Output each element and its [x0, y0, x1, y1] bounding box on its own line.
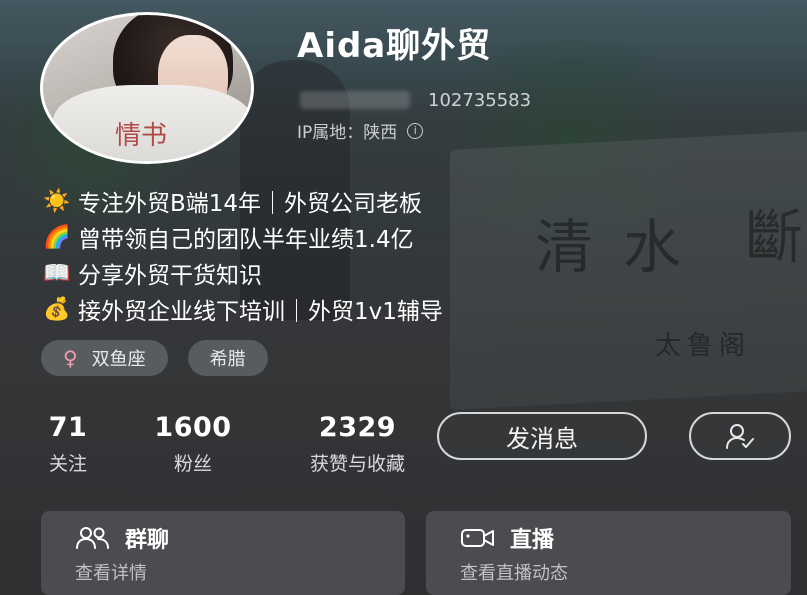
bio-text: 分享外贸干货知识: [78, 263, 262, 289]
bio-text: 曾带领自己的团队半年业绩1.4亿: [78, 227, 414, 253]
info-icon[interactable]: i: [407, 122, 424, 139]
likes-count: 2329: [318, 412, 397, 443]
bio-text: 专注外贸B端14年｜外贸公司老板: [78, 191, 423, 217]
rainbow-emoji-icon: 🌈: [43, 224, 71, 250]
bio-line: 📖 分享外贸干货知识: [42, 255, 443, 291]
group-chat-subtitle: 查看详情: [75, 563, 147, 584]
live-card[interactable]: 直播 查看直播动态: [426, 511, 791, 595]
ip-location-row: IP属地：陕西 i: [297, 118, 424, 143]
live-subtitle: 查看直播动态: [460, 563, 568, 584]
likes-stat[interactable]: 2329 获赞与收藏: [285, 412, 430, 476]
bio-text: 接外贸企业线下培训｜外贸1v1辅导: [78, 299, 443, 325]
video-camera-icon: [461, 529, 494, 547]
following-label: 关注: [48, 453, 87, 475]
group-users-icon: [76, 527, 109, 549]
money-bag-emoji-icon: 💰: [43, 296, 71, 322]
followers-label: 粉丝: [173, 453, 212, 475]
female-gender-icon: ♀: [63, 346, 78, 370]
avatar-shirt-text: 情书: [115, 121, 168, 151]
followers-count: 1600: [154, 412, 232, 443]
sun-emoji-icon: ☀️: [43, 188, 71, 214]
profile-name: Aida聊外贸: [297, 26, 492, 66]
likes-label: 获赞与收藏: [309, 453, 405, 475]
group-chat-card[interactable]: 群聊 查看详情: [41, 511, 405, 595]
location-label: 希腊: [209, 349, 246, 370]
zodiac-label: 双鱼座: [91, 349, 146, 370]
bio-line: 🌈 曾带领自己的团队半年业绩1.4亿: [42, 219, 443, 255]
followers-stat[interactable]: 1600 粉丝: [148, 412, 238, 476]
group-chat-title: 群聊: [125, 528, 170, 553]
zodiac-tag[interactable]: ♀ 双鱼座: [41, 340, 168, 376]
live-title: 直播: [510, 528, 555, 553]
account-id-row: 102735583: [300, 90, 531, 111]
follow-button[interactable]: [689, 412, 791, 460]
profile-tags: ♀ 双鱼座 希腊: [41, 340, 268, 376]
location-tag[interactable]: 希腊: [187, 340, 268, 376]
user-check-icon: [726, 424, 754, 449]
book-emoji-icon: 📖: [43, 260, 71, 286]
blurred-info: [300, 91, 410, 109]
avatar[interactable]: 情书: [40, 12, 254, 164]
account-id[interactable]: 102735583: [428, 90, 531, 111]
following-count: 71: [48, 412, 88, 443]
ip-location: IP属地：陕西: [297, 123, 398, 143]
following-stat[interactable]: 71 关注: [40, 412, 96, 476]
bio-line: ☀️ 专注外贸B端14年｜外贸公司老板: [42, 183, 443, 219]
bio-line: 💰 接外贸企业线下培训｜外贸1v1辅导: [42, 291, 443, 327]
send-message-button[interactable]: 发消息: [437, 412, 647, 460]
bio: ☀️ 专注外贸B端14年｜外贸公司老板 🌈 曾带领自己的团队半年业绩1.4亿 📖…: [42, 183, 443, 327]
